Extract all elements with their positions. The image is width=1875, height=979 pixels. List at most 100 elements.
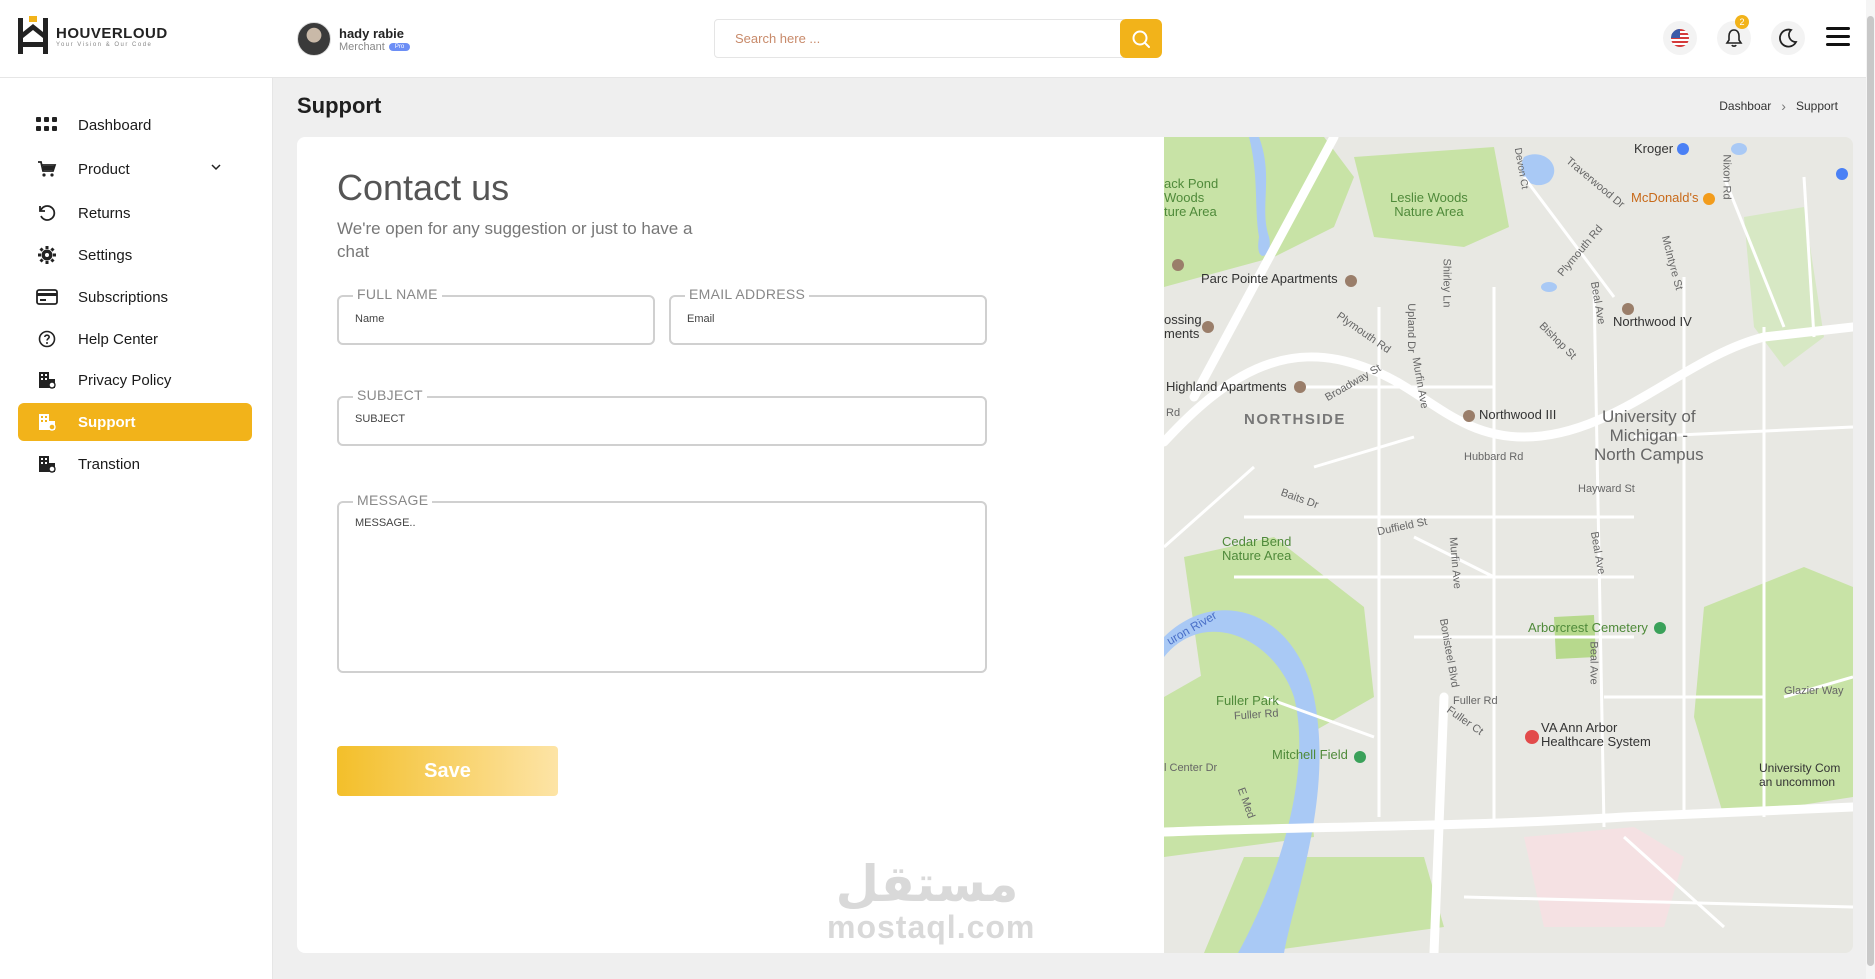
map-label-mitchell: Mitchell Field xyxy=(1272,747,1348,762)
message-textarea[interactable] xyxy=(355,517,965,657)
user-role: Merchant xyxy=(339,40,385,53)
page-scrollbar[interactable] xyxy=(1866,0,1875,979)
page-title: Support xyxy=(297,93,382,118)
building-icon xyxy=(36,453,58,475)
map-label-northside: NORTHSIDE xyxy=(1244,411,1346,428)
avatar[interactable] xyxy=(297,22,331,56)
message-field: MESSAGE xyxy=(337,492,987,673)
sidebar-item-settings[interactable]: Settings xyxy=(18,236,252,274)
watermark-latin: mostaql.com xyxy=(827,909,1036,945)
map-label-fuller-park: Fuller Park xyxy=(1216,693,1279,708)
map-label-university: University of Michigan - North Campus xyxy=(1594,407,1704,464)
building-icon xyxy=(36,411,58,433)
sidebar: Dashboard Product Returns Settings Subsc… xyxy=(0,78,273,979)
brand-tagline: Your Vision & Our Code xyxy=(56,41,153,48)
breadcrumb: Dashboar › Support xyxy=(1719,98,1838,114)
sidebar-item-transtion[interactable]: Transtion xyxy=(18,445,252,483)
grid-icon xyxy=(36,114,58,136)
notification-count: 2 xyxy=(1735,15,1749,29)
subject-field: SUBJECT xyxy=(337,387,987,446)
map-label-nixon: Nixon Rd xyxy=(1720,154,1733,200)
email-input[interactable] xyxy=(687,313,967,325)
bell-icon xyxy=(1725,29,1743,47)
language-button[interactable] xyxy=(1663,21,1697,55)
subject-label: SUBJECT xyxy=(353,387,427,403)
map-label-hubbard: Hubbard Rd xyxy=(1464,451,1524,463)
breadcrumb-current: Support xyxy=(1795,99,1838,113)
search-button[interactable] xyxy=(1120,19,1162,58)
map-label-northwood-iv: Northwood IV xyxy=(1613,314,1692,329)
chevron-down-icon[interactable] xyxy=(210,161,222,173)
map-label-beal-south: Beal Ave xyxy=(1587,641,1600,685)
pro-badge: Pro xyxy=(388,42,411,51)
user-name: hady rabie xyxy=(339,25,405,41)
map-label-center-dr: l Center Dr xyxy=(1164,762,1218,774)
sidebar-item-label: Dashboard xyxy=(78,116,152,134)
brand-logo[interactable]: HOUVERLOUD Your Vision & Our Code xyxy=(16,14,168,58)
sidebar-item-label: Product xyxy=(78,160,130,178)
contact-title: Contact us xyxy=(337,167,510,208)
user-profile[interactable]: hady rabie Merchant Pro xyxy=(297,22,411,56)
map-label-shirley: Shirley Ln xyxy=(1440,258,1453,308)
cart-icon xyxy=(36,158,58,180)
watermark-arabic: مستقل xyxy=(835,855,1019,913)
sidebar-item-label: Support xyxy=(78,413,136,431)
moon-icon xyxy=(1779,28,1798,48)
map-label-highland: Highland Apartments xyxy=(1166,379,1287,394)
sidebar-item-label: Returns xyxy=(78,204,131,222)
sidebar-item-returns[interactable]: Returns xyxy=(18,194,252,232)
save-button[interactable]: Save xyxy=(337,746,558,796)
building-icon xyxy=(36,369,58,391)
map[interactable]: ack Pond Woods ture Area Leslie Woods Na… xyxy=(1164,137,1853,953)
sidebar-item-label: Privacy Policy xyxy=(78,371,172,389)
email-label: EMAIL ADDRESS xyxy=(685,286,810,302)
help-icon xyxy=(36,328,58,350)
contact-subtitle: We're open for any suggestion or just to… xyxy=(337,219,693,261)
map-label-mcdonalds: McDonald's xyxy=(1631,190,1699,205)
breadcrumb-link-dashboard[interactable]: Dashboar xyxy=(1719,99,1771,113)
full-name-field: FULL NAME xyxy=(337,286,655,345)
sidebar-item-subscriptions[interactable]: Subscriptions xyxy=(18,278,252,316)
map-label-kroger: Kroger xyxy=(1634,141,1674,156)
map-label-upland: Upland Dr xyxy=(1404,303,1417,353)
top-bar: HOUVERLOUD Your Vision & Our Code hady r… xyxy=(0,0,1875,78)
full-name-label: FULL NAME xyxy=(353,286,442,302)
map-label-arborcrest: Arborcrest Cemetery xyxy=(1528,620,1648,635)
map-label-glazier: Glazier Way xyxy=(1784,685,1844,697)
sidebar-item-support[interactable]: Support xyxy=(18,403,252,441)
map-label-leslie: Leslie Woods Nature Area xyxy=(1390,190,1468,219)
search-input[interactable] xyxy=(714,19,1124,58)
sidebar-item-label: Settings xyxy=(78,246,133,264)
map-label-parc-pointe: Parc Pointe Apartments xyxy=(1201,271,1338,286)
gear-icon xyxy=(36,244,58,266)
sidebar-item-help-center[interactable]: Help Center xyxy=(18,320,252,358)
map-label-rd: Rd xyxy=(1166,407,1181,419)
undo-icon xyxy=(36,202,58,224)
sidebar-item-privacy-policy[interactable]: Privacy Policy xyxy=(18,361,252,399)
sidebar-item-dashboard[interactable]: Dashboard xyxy=(18,106,252,144)
full-name-input[interactable] xyxy=(355,313,635,325)
us-flag-icon xyxy=(1671,29,1689,47)
sidebar-item-label: Transtion xyxy=(78,455,140,473)
search-icon xyxy=(1132,30,1150,48)
search-bar xyxy=(714,19,1162,58)
sidebar-item-product[interactable]: Product xyxy=(18,150,252,188)
brand-name: HOUVERLOUD xyxy=(56,24,168,42)
contact-card: Contact us We're open for any suggestion… xyxy=(297,137,1853,953)
sidebar-item-label: Help Center xyxy=(78,330,159,348)
subject-input[interactable] xyxy=(355,413,965,425)
map-label-pond: ack Pond Woods ture Area xyxy=(1164,176,1219,219)
logo-icon xyxy=(18,16,48,54)
menu-icon[interactable] xyxy=(1826,27,1850,47)
map-label-va-hospital: VA Ann Arbor Healthcare System xyxy=(1541,720,1651,749)
message-label: MESSAGE xyxy=(353,492,433,508)
sidebar-item-label: Subscriptions xyxy=(78,288,169,306)
notifications-button[interactable]: 2 xyxy=(1717,15,1751,55)
chevron-right-icon: › xyxy=(1781,98,1786,114)
theme-toggle[interactable] xyxy=(1771,21,1805,55)
map-label-university-commons: University Com an uncommon xyxy=(1759,761,1841,789)
map-label-crossing: ossing ments xyxy=(1164,312,1202,341)
email-field: EMAIL ADDRESS xyxy=(669,286,987,345)
map-label-hayward: Hayward St xyxy=(1578,483,1635,495)
credit-card-icon xyxy=(36,286,58,308)
